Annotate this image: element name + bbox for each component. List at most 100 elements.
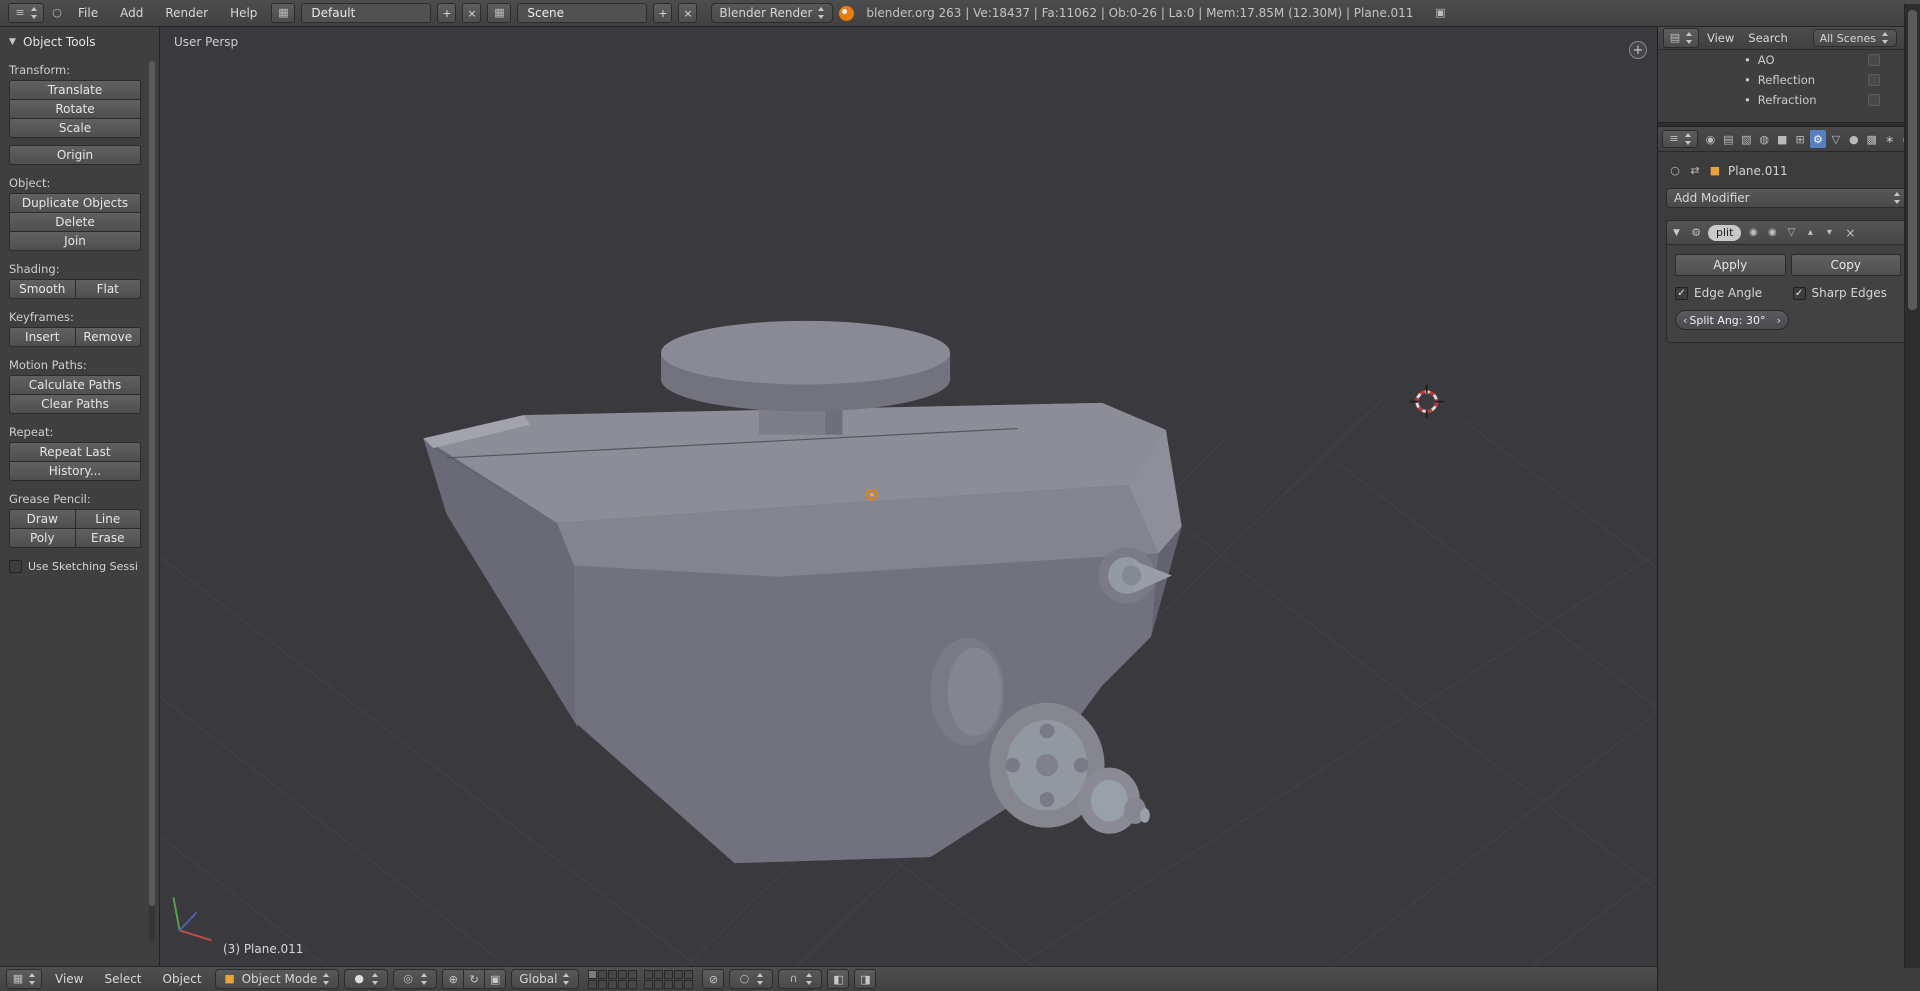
layer-toggle[interactable] (644, 979, 654, 989)
outliner-display-filter-select[interactable]: All Scenes (1812, 29, 1897, 47)
menu-file[interactable]: File (70, 6, 106, 20)
repeat-last-button[interactable]: Repeat Last (9, 442, 141, 462)
duplicate-objects-button[interactable]: Duplicate Objects (9, 193, 141, 213)
properties-region-expand-button[interactable]: + (1629, 41, 1647, 59)
outliner-menu-search[interactable]: Search (1742, 31, 1794, 45)
layer-toggle[interactable] (598, 979, 608, 989)
restrict-toggle-icon[interactable] (1868, 54, 1880, 66)
join-button[interactable]: Join (9, 231, 141, 251)
add-layout-button[interactable]: + (437, 3, 457, 23)
copy-button[interactable]: Copy (1790, 254, 1901, 276)
layer-toggle[interactable] (628, 969, 638, 979)
origin-button[interactable]: Origin (9, 145, 141, 165)
tab-scene[interactable]: ▤ (1720, 130, 1737, 148)
snap-select[interactable]: ∩ (778, 969, 823, 989)
smooth-button[interactable]: Smooth (9, 279, 76, 299)
layer-toggle[interactable] (654, 979, 664, 989)
scrollbar-thumb[interactable] (1908, 10, 1917, 310)
layer-toggle[interactable] (608, 979, 618, 989)
rotate-button[interactable]: Rotate (9, 99, 141, 119)
layer-toggle[interactable] (608, 969, 618, 979)
layer-toggle[interactable] (684, 979, 694, 989)
tool-shelf-scrollbar[interactable] (149, 61, 155, 941)
screen-layout-browse-button[interactable]: ▦ (271, 3, 296, 23)
layer-toggle[interactable] (644, 969, 654, 979)
gp-poly-button[interactable]: Poly (9, 528, 76, 548)
menu-select[interactable]: Select (96, 972, 149, 986)
layer-toggle[interactable] (674, 979, 684, 989)
properties-scrollbar[interactable] (1904, 4, 1920, 968)
render-visibility-toggle[interactable]: ◉ (1746, 227, 1760, 238)
layer-toggle[interactable] (618, 979, 628, 989)
collapse-icon[interactable]: ▼ (1673, 228, 1684, 238)
delete-modifier-button[interactable]: × (1843, 226, 1857, 240)
model-3d[interactable] (423, 320, 1182, 864)
scene-browse-button[interactable]: ▦ (487, 3, 512, 23)
translate-button[interactable]: Translate (9, 80, 141, 100)
blender-menu-icon[interactable]: ○ (50, 6, 64, 20)
delete-layout-button[interactable]: × (462, 3, 482, 23)
pivot-point-select[interactable]: ◎ (393, 969, 438, 989)
render-engine-select[interactable]: Blender Render (711, 3, 834, 23)
add-scene-button[interactable]: + (653, 3, 673, 23)
use-sketching-toggle[interactable]: Use Sketching Sessi (9, 560, 151, 573)
increment-arrow-icon[interactable]: › (1777, 314, 1781, 327)
layer-toggle[interactable] (684, 969, 694, 979)
insert-keyframe-button[interactable]: Insert (9, 327, 76, 347)
sharp-edges-toggle[interactable]: ✓ Sharp Edges (1792, 286, 1887, 300)
edge-angle-toggle[interactable]: ✓ Edge Angle (1675, 286, 1793, 300)
gp-line-button[interactable]: Line (74, 509, 141, 529)
tab-material[interactable]: ● (1845, 130, 1862, 148)
translate-manipulator-toggle[interactable]: ⊕ (442, 969, 465, 989)
window-icon[interactable]: ▣ (1433, 6, 1447, 20)
decrement-arrow-icon[interactable]: ‹ (1683, 314, 1687, 327)
modifier-name-field[interactable]: plit (1708, 224, 1742, 241)
tab-constraints[interactable]: ⊞ (1792, 130, 1809, 148)
layer-toggle[interactable] (664, 979, 674, 989)
layer-toggle[interactable] (588, 969, 598, 979)
scene-name-field[interactable]: Scene (517, 3, 648, 23)
layer-toggle[interactable] (664, 969, 674, 979)
tab-render-layers[interactable]: ▧ (1738, 130, 1755, 148)
pin-icon[interactable]: ○ (1668, 164, 1682, 178)
history-button[interactable]: History... (9, 461, 141, 481)
viewport-3d[interactable]: User Persp (3) Plane.011 + (160, 27, 1657, 966)
tab-object[interactable]: ■ (1774, 130, 1791, 148)
viewport-canvas[interactable] (160, 27, 1657, 966)
properties-editor-type-button[interactable]: ≡ (1662, 130, 1698, 148)
tab-particles[interactable]: ∗ (1881, 130, 1898, 148)
breadcrumb-object-name[interactable]: Plane.011 (1728, 164, 1788, 178)
layer-toggle[interactable] (618, 969, 628, 979)
calculate-paths-button[interactable]: Calculate Paths (9, 375, 141, 395)
menu-add[interactable]: Add (112, 6, 151, 20)
tab-world[interactable]: ◍ (1756, 130, 1773, 148)
outliner-menu-view[interactable]: View (1701, 31, 1740, 45)
menu-view[interactable]: View (47, 972, 91, 986)
proportional-edit-select[interactable]: ○ (729, 969, 774, 989)
layer-toggle[interactable] (628, 979, 638, 989)
move-modifier-down-button[interactable]: ▾ (1822, 227, 1836, 238)
outliner-editor-type-button[interactable]: ▤ (1663, 28, 1699, 48)
outliner-item-ao[interactable]: • AO (1658, 50, 1920, 70)
mode-select[interactable]: ■ Object Mode (214, 969, 340, 989)
tab-texture[interactable]: ▩ (1863, 130, 1880, 148)
scale-button[interactable]: Scale (9, 118, 141, 138)
apply-button[interactable]: Apply (1675, 254, 1786, 276)
opengl-render-button[interactable]: ◧ (827, 969, 850, 989)
menu-render[interactable]: Render (157, 6, 216, 20)
remove-keyframe-button[interactable]: Remove (74, 327, 141, 347)
layer-toggle[interactable] (654, 969, 664, 979)
object-tools-panel-header[interactable]: ▼ Object Tools (9, 35, 159, 49)
gp-draw-button[interactable]: Draw (9, 509, 76, 529)
restrict-toggle-icon[interactable] (1868, 74, 1880, 86)
opengl-render-anim-button[interactable]: ◨ (854, 969, 877, 989)
layer-toggle[interactable] (598, 969, 608, 979)
flat-button[interactable]: Flat (74, 279, 141, 299)
scale-manipulator-toggle[interactable]: ▣ (484, 969, 507, 989)
delete-button[interactable]: Delete (9, 212, 141, 232)
layer-toggle[interactable] (674, 969, 684, 979)
outliner-item-reflection[interactable]: • Reflection (1658, 70, 1920, 90)
clear-paths-button[interactable]: Clear Paths (9, 394, 141, 414)
add-modifier-select[interactable]: Add Modifier (1666, 188, 1910, 208)
viewport-visibility-toggle[interactable]: ◉ (1765, 227, 1779, 238)
